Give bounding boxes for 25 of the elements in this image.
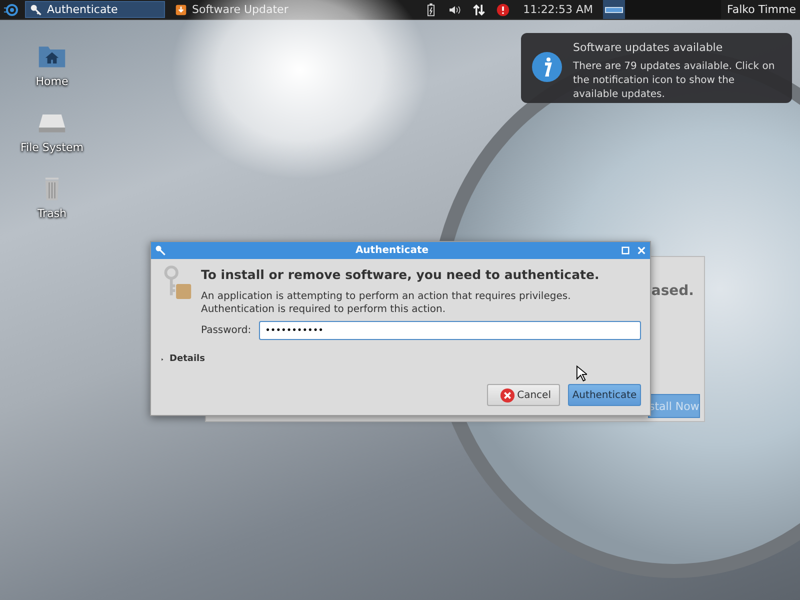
user-name[interactable]: Falko Timme (721, 3, 800, 16)
mouse-pointer-icon (576, 365, 587, 382)
notification-body: There are 79 updates available. Click on the notification icon to show the available updates. (573, 60, 776, 102)
cancel-icon (500, 388, 516, 402)
key-icon (155, 245, 166, 256)
info-icon (531, 51, 563, 83)
authenticate-button[interactable]: Authenticate (568, 384, 641, 406)
dialog-message: An application is attempting to perform an action that requires privileges. Authentication is required to perform this action. (201, 290, 572, 316)
cancel-button[interactable]: Cancel (487, 384, 560, 406)
key-icon (30, 4, 42, 16)
details-expander[interactable]: Details (161, 354, 205, 364)
maximize-icon[interactable] (621, 246, 630, 255)
alert-icon[interactable] (496, 2, 510, 16)
window-heading: ased. (651, 283, 694, 299)
close-icon[interactable] (637, 246, 646, 255)
menu-icon[interactable] (3, 2, 19, 18)
password-field[interactable]: ••••••••••• (259, 321, 641, 340)
taskbar-button[interactable]: Authenticate (25, 1, 165, 18)
taskbar-button[interactable]: Software Updater (171, 1, 311, 18)
clock[interactable]: 11:22:53 AM (523, 3, 594, 16)
password-label: Password: (201, 325, 252, 336)
dialog-heading: To install or remove software, you need to authenticate. (201, 267, 600, 282)
network-arrows-icon[interactable] (472, 2, 486, 16)
notification-title: Software updates available (573, 41, 724, 54)
dialog-title: Authenticate (354, 245, 430, 256)
